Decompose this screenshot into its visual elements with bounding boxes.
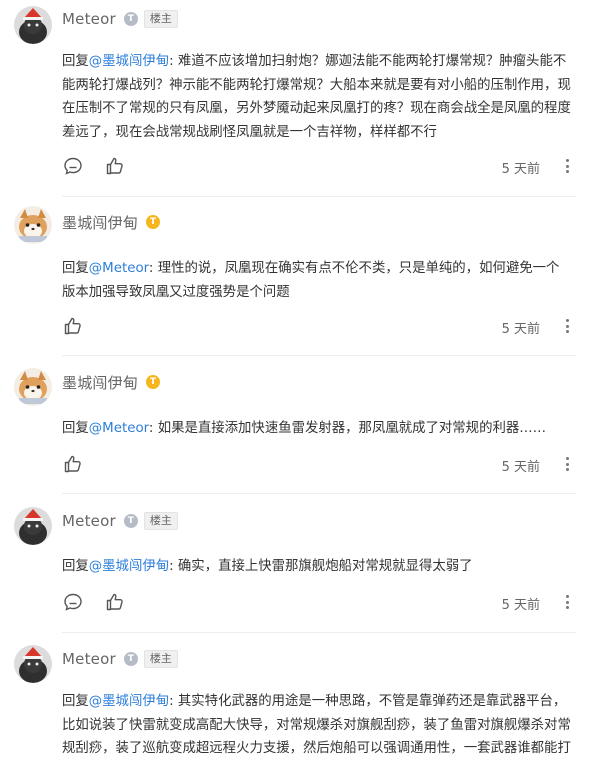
more-vertical-icon[interactable] [560, 591, 574, 613]
op-badge: 楼主 [143, 10, 178, 28]
level-badge-icon: T [146, 215, 161, 229]
action-row: 5 天前 [62, 315, 576, 337]
level-badge-icon: T [123, 652, 138, 666]
name-row: Meteor T 楼主 [62, 511, 178, 531]
reply-prefix: 回复 [62, 54, 89, 69]
thumbs-up-icon[interactable] [104, 155, 126, 177]
username[interactable]: Meteor [62, 650, 116, 668]
timestamp: 5 天前 [501, 460, 540, 475]
mention-link[interactable]: @墨城闯伊甸 [89, 54, 169, 69]
name-row: 墨城闯伊甸 T [62, 212, 161, 233]
comment-bubble-icon[interactable] [62, 155, 84, 177]
comment-body: 回复@Meteor: 理性的说，凤凰现在确实有点不伦不类，只是单纯的，如何避免一… [62, 257, 572, 304]
reply-prefix: 回复 [62, 261, 89, 276]
username[interactable]: Meteor [62, 512, 116, 530]
divider [62, 355, 576, 356]
avatar[interactable] [14, 206, 52, 244]
avatar[interactable] [14, 6, 52, 44]
name-row: Meteor T 楼主 [62, 649, 178, 669]
mention-link[interactable]: @Meteor [89, 261, 149, 276]
avatar[interactable] [14, 507, 52, 545]
action-row: 5 天前 [62, 155, 576, 177]
comment-text: : 确实，直接上快雷那旗舰炮船对常规就显得太弱了 [169, 559, 473, 574]
reply-prefix: 回复 [62, 694, 89, 709]
reply-prefix: 回复 [62, 559, 89, 574]
timestamp: 5 天前 [501, 598, 540, 613]
more-vertical-icon[interactable] [560, 315, 574, 337]
comment-body: 回复@墨城闯伊甸: 确实，直接上快雷那旗舰炮船对常规就显得太弱了 [62, 555, 572, 579]
timestamp: 5 天前 [501, 322, 540, 337]
action-row: 5 天前 [62, 591, 576, 613]
thumbs-up-icon[interactable] [62, 315, 84, 337]
avatar[interactable] [14, 368, 52, 406]
comment-body: 回复@Meteor: 如果是直接添加快速鱼雷发射器，那凤凰就成了对常规的利器…… [62, 417, 572, 441]
divider [62, 632, 576, 633]
level-badge-icon: T [123, 514, 138, 528]
avatar[interactable] [14, 645, 52, 683]
op-badge: 楼主 [143, 650, 178, 668]
comment-text: : 如果是直接添加快速鱼雷发射器，那凤凰就成了对常规的利器…… [148, 421, 547, 436]
more-vertical-icon[interactable] [560, 453, 574, 475]
level-badge-icon: T [123, 12, 138, 26]
thumbs-up-icon[interactable] [62, 453, 84, 475]
divider [62, 493, 576, 494]
comment-body: 回复@墨城闯伊甸: 其实特化武器的用途是一种思路，不管是靠弹药还是靠武器平台，比… [62, 690, 572, 761]
comment-bubble-icon[interactable] [62, 591, 84, 613]
divider [62, 196, 576, 197]
level-badge-icon: T [146, 375, 161, 389]
op-badge: 楼主 [143, 512, 178, 530]
action-row: 5 天前 [62, 453, 576, 475]
timestamp: 5 天前 [501, 162, 540, 177]
username[interactable]: 墨城闯伊甸 [62, 212, 138, 233]
mention-link[interactable]: @墨城闯伊甸 [89, 559, 169, 574]
name-row: Meteor T 楼主 [62, 9, 178, 29]
reply-prefix: 回复 [62, 421, 89, 436]
username[interactable]: 墨城闯伊甸 [62, 372, 138, 393]
name-row: 墨城闯伊甸 T [62, 372, 161, 393]
thumbs-up-icon[interactable] [104, 591, 126, 613]
more-vertical-icon[interactable] [560, 155, 574, 177]
username[interactable]: Meteor [62, 10, 116, 28]
mention-link[interactable]: @Meteor [89, 421, 149, 436]
mention-link[interactable]: @墨城闯伊甸 [89, 694, 169, 709]
comment-body: 回复@墨城闯伊甸: 难道不应该增加扫射炮？娜迦法能不能两轮打爆常规？肿瘤头能不能… [62, 50, 572, 144]
